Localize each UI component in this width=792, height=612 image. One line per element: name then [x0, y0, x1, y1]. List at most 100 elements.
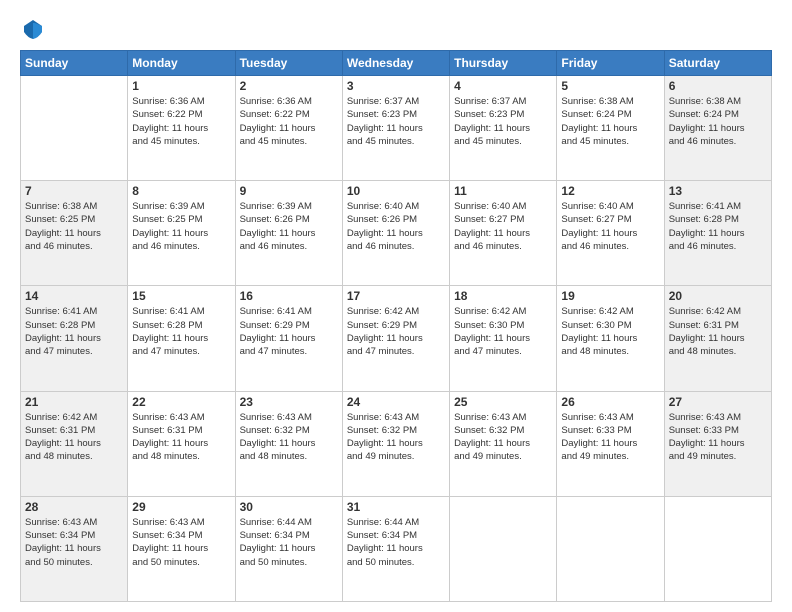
- day-number: 11: [454, 184, 552, 198]
- day-info: Sunrise: 6:38 AMSunset: 6:24 PMDaylight:…: [669, 95, 767, 148]
- calendar-cell: 13 Sunrise: 6:41 AMSunset: 6:28 PMDayligh…: [664, 181, 771, 286]
- day-header-tuesday: Tuesday: [235, 51, 342, 76]
- day-number: 1: [132, 79, 230, 93]
- day-info: Sunrise: 6:40 AMSunset: 6:27 PMDaylight:…: [454, 200, 552, 253]
- calendar-cell: 30Sunrise: 6:44 AMSunset: 6:34 PMDayligh…: [235, 496, 342, 601]
- day-header-monday: Monday: [128, 51, 235, 76]
- day-info: Sunrise: 6:41 AMSunset: 6:29 PMDaylight:…: [240, 305, 338, 358]
- day-number: 21: [25, 395, 123, 409]
- calendar-cell: 11 Sunrise: 6:40 AMSunset: 6:27 PMDayligh…: [450, 181, 557, 286]
- calendar-week-1: 1 Sunrise: 6:36 AMSunset: 6:22 PMDaylight…: [21, 76, 772, 181]
- day-header-sunday: Sunday: [21, 51, 128, 76]
- day-number: 2: [240, 79, 338, 93]
- day-number: 26: [561, 395, 659, 409]
- calendar-cell: 2 Sunrise: 6:36 AMSunset: 6:22 PMDaylight…: [235, 76, 342, 181]
- day-info: Sunrise: 6:40 AMSunset: 6:26 PMDaylight:…: [347, 200, 445, 253]
- calendar-cell: [557, 496, 664, 601]
- calendar-cell: 10 Sunrise: 6:40 AMSunset: 6:26 PMDayligh…: [342, 181, 449, 286]
- calendar-cell: 22 Sunrise: 6:43 AMSunset: 6:31 PMDayligh…: [128, 391, 235, 496]
- calendar-cell: 21 Sunrise: 6:42 AMSunset: 6:31 PMDayligh…: [21, 391, 128, 496]
- day-header-thursday: Thursday: [450, 51, 557, 76]
- calendar-cell: 14 Sunrise: 6:41 AMSunset: 6:28 PMDayligh…: [21, 286, 128, 391]
- calendar-week-4: 21 Sunrise: 6:42 AMSunset: 6:31 PMDayligh…: [21, 391, 772, 496]
- calendar-cell: 31Sunrise: 6:44 AMSunset: 6:34 PMDayligh…: [342, 496, 449, 601]
- day-number: 10: [347, 184, 445, 198]
- day-info: Sunrise: 6:43 AMSunset: 6:34 PMDaylight:…: [25, 516, 123, 569]
- day-number: 23: [240, 395, 338, 409]
- header: [20, 18, 772, 40]
- calendar-cell: [450, 496, 557, 601]
- calendar-cell: 9 Sunrise: 6:39 AMSunset: 6:26 PMDaylight…: [235, 181, 342, 286]
- day-number: 13: [669, 184, 767, 198]
- day-number: 5: [561, 79, 659, 93]
- day-info: Sunrise: 6:42 AMSunset: 6:29 PMDaylight:…: [347, 305, 445, 358]
- day-info: Sunrise: 6:41 AMSunset: 6:28 PMDaylight:…: [25, 305, 123, 358]
- day-header-wednesday: Wednesday: [342, 51, 449, 76]
- calendar-cell: 25 Sunrise: 6:43 AMSunset: 6:32 PMDayligh…: [450, 391, 557, 496]
- calendar-cell: 27Sunrise: 6:43 AMSunset: 6:33 PMDayligh…: [664, 391, 771, 496]
- day-info: Sunrise: 6:41 AMSunset: 6:28 PMDaylight:…: [132, 305, 230, 358]
- day-info: Sunrise: 6:43 AMSunset: 6:33 PMDaylight:…: [561, 411, 659, 464]
- day-info: Sunrise: 6:39 AMSunset: 6:26 PMDaylight:…: [240, 200, 338, 253]
- calendar-cell: 17Sunrise: 6:42 AMSunset: 6:29 PMDayligh…: [342, 286, 449, 391]
- day-number: 4: [454, 79, 552, 93]
- day-info: Sunrise: 6:44 AMSunset: 6:34 PMDaylight:…: [240, 516, 338, 569]
- day-number: 14: [25, 289, 123, 303]
- day-info: Sunrise: 6:43 AMSunset: 6:31 PMDaylight:…: [132, 411, 230, 464]
- day-info: Sunrise: 6:43 AMSunset: 6:32 PMDaylight:…: [454, 411, 552, 464]
- calendar-cell: 23 Sunrise: 6:43 AMSunset: 6:32 PMDayligh…: [235, 391, 342, 496]
- day-info: Sunrise: 6:42 AMSunset: 6:31 PMDaylight:…: [25, 411, 123, 464]
- day-number: 12: [561, 184, 659, 198]
- calendar-week-2: 7 Sunrise: 6:38 AMSunset: 6:25 PMDaylight…: [21, 181, 772, 286]
- day-info: Sunrise: 6:43 AMSunset: 6:34 PMDaylight:…: [132, 516, 230, 569]
- page: SundayMondayTuesdayWednesdayThursdayFrid…: [0, 0, 792, 612]
- day-info: Sunrise: 6:38 AMSunset: 6:25 PMDaylight:…: [25, 200, 123, 253]
- calendar-week-3: 14 Sunrise: 6:41 AMSunset: 6:28 PMDayligh…: [21, 286, 772, 391]
- day-info: Sunrise: 6:42 AMSunset: 6:30 PMDaylight:…: [561, 305, 659, 358]
- day-info: Sunrise: 6:36 AMSunset: 6:22 PMDaylight:…: [132, 95, 230, 148]
- day-number: 25: [454, 395, 552, 409]
- day-number: 24: [347, 395, 445, 409]
- day-info: Sunrise: 6:37 AMSunset: 6:23 PMDaylight:…: [454, 95, 552, 148]
- calendar-cell: 6 Sunrise: 6:38 AMSunset: 6:24 PMDaylight…: [664, 76, 771, 181]
- calendar-cell: 18 Sunrise: 6:42 AMSunset: 6:30 PMDayligh…: [450, 286, 557, 391]
- day-number: 31: [347, 500, 445, 514]
- day-info: Sunrise: 6:42 AMSunset: 6:31 PMDaylight:…: [669, 305, 767, 358]
- calendar-cell: 3 Sunrise: 6:37 AMSunset: 6:23 PMDaylight…: [342, 76, 449, 181]
- day-header-friday: Friday: [557, 51, 664, 76]
- day-info: Sunrise: 6:36 AMSunset: 6:22 PMDaylight:…: [240, 95, 338, 148]
- day-info: Sunrise: 6:39 AMSunset: 6:25 PMDaylight:…: [132, 200, 230, 253]
- day-number: 27: [669, 395, 767, 409]
- calendar-cell: 26 Sunrise: 6:43 AMSunset: 6:33 PMDayligh…: [557, 391, 664, 496]
- calendar-cell: 29Sunrise: 6:43 AMSunset: 6:34 PMDayligh…: [128, 496, 235, 601]
- calendar-header-row: SundayMondayTuesdayWednesdayThursdayFrid…: [21, 51, 772, 76]
- day-number: 6: [669, 79, 767, 93]
- day-info: Sunrise: 6:41 AMSunset: 6:28 PMDaylight:…: [669, 200, 767, 253]
- calendar-table: SundayMondayTuesdayWednesdayThursdayFrid…: [20, 50, 772, 602]
- day-info: Sunrise: 6:38 AMSunset: 6:24 PMDaylight:…: [561, 95, 659, 148]
- day-info: Sunrise: 6:43 AMSunset: 6:32 PMDaylight:…: [240, 411, 338, 464]
- calendar-cell: 20Sunrise: 6:42 AMSunset: 6:31 PMDayligh…: [664, 286, 771, 391]
- calendar-cell: 8Sunrise: 6:39 AMSunset: 6:25 PMDaylight…: [128, 181, 235, 286]
- calendar-cell: 19 Sunrise: 6:42 AMSunset: 6:30 PMDayligh…: [557, 286, 664, 391]
- day-header-saturday: Saturday: [664, 51, 771, 76]
- day-number: 9: [240, 184, 338, 198]
- day-number: 22: [132, 395, 230, 409]
- calendar-cell: [664, 496, 771, 601]
- calendar-cell: 5 Sunrise: 6:38 AMSunset: 6:24 PMDaylight…: [557, 76, 664, 181]
- day-number: 18: [454, 289, 552, 303]
- day-info: Sunrise: 6:37 AMSunset: 6:23 PMDaylight:…: [347, 95, 445, 148]
- calendar-cell: 12 Sunrise: 6:40 AMSunset: 6:27 PMDayligh…: [557, 181, 664, 286]
- day-number: 7: [25, 184, 123, 198]
- day-number: 15: [132, 289, 230, 303]
- logo: [20, 18, 44, 40]
- day-number: 3: [347, 79, 445, 93]
- calendar-week-5: 28 Sunrise: 6:43 AMSunset: 6:34 PMDayligh…: [21, 496, 772, 601]
- day-number: 16: [240, 289, 338, 303]
- calendar-cell: [21, 76, 128, 181]
- calendar-cell: 1 Sunrise: 6:36 AMSunset: 6:22 PMDaylight…: [128, 76, 235, 181]
- day-number: 19: [561, 289, 659, 303]
- day-info: Sunrise: 6:42 AMSunset: 6:30 PMDaylight:…: [454, 305, 552, 358]
- day-info: Sunrise: 6:40 AMSunset: 6:27 PMDaylight:…: [561, 200, 659, 253]
- day-number: 28: [25, 500, 123, 514]
